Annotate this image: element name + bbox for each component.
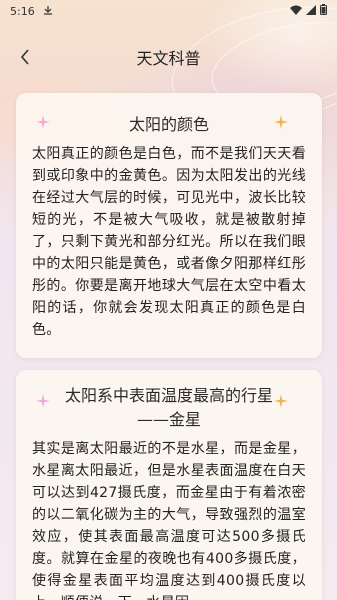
card-title: 太阳的颜色 [128, 115, 209, 134]
nav-bar: 天文科普 [0, 40, 337, 74]
back-button[interactable] [12, 44, 38, 70]
download-icon [43, 5, 53, 18]
chevron-left-icon [20, 49, 29, 65]
sparkle-icon [36, 394, 50, 408]
article-card[interactable]: 太阳系中表面温度最高的行星——金星 其实是离太阳最近的不是水星，而是金星，水星离… [16, 370, 322, 600]
battery-icon [320, 4, 327, 18]
sparkle-icon [36, 115, 50, 129]
status-time: 5:16 [10, 4, 35, 18]
status-icons [290, 4, 327, 18]
wifi-icon [290, 5, 302, 18]
card-body: 太阳真正的颜色是白色，而不是我们天天看到或印象中的金黄色。因为太阳发出的光线在经… [32, 146, 306, 338]
page-title: 天文科普 [136, 49, 201, 68]
card-body: 其实是离太阳最近的不是水星，而是金星，水星离太阳最近，但是水星表面温度在白天可以… [32, 441, 306, 600]
article-card[interactable]: 太阳的颜色 太阳真正的颜色是白色，而不是我们天天看到或印象中的金黄色。因为太阳发… [16, 93, 322, 358]
card-title: 太阳系中表面温度最高的行星——金星 [64, 386, 273, 429]
sparkle-icon [274, 115, 288, 129]
signal-icon [306, 4, 316, 18]
sparkle-icon [274, 394, 288, 408]
status-bar: 5:16 [0, 0, 337, 22]
